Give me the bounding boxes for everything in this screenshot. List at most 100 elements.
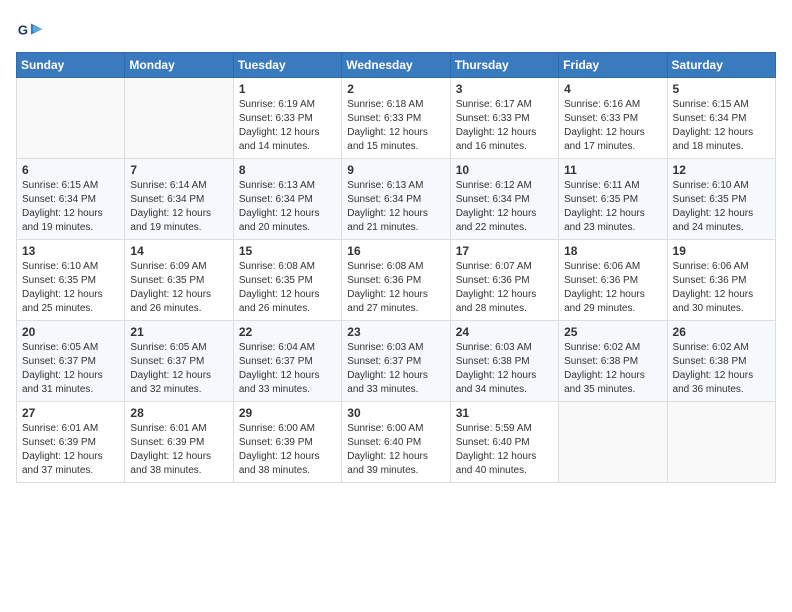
sunrise-label: Sunrise: 5:59 AM (456, 423, 532, 434)
calendar-cell: 26Sunrise: 6:02 AMSunset: 6:38 PMDayligh… (667, 321, 775, 402)
sunset-label: Sunset: 6:38 PM (564, 356, 638, 367)
sunset-label: Sunset: 6:38 PM (673, 356, 747, 367)
day-number: 12 (673, 163, 770, 177)
daylight-label: Daylight: 12 hours and 14 minutes. (239, 127, 320, 152)
logo-icon: G (16, 16, 44, 44)
daylight-label: Daylight: 12 hours and 20 minutes. (239, 208, 320, 233)
sunrise-label: Sunrise: 6:08 AM (239, 261, 315, 272)
day-info: Sunrise: 6:13 AMSunset: 6:34 PMDaylight:… (239, 179, 336, 235)
calendar-cell: 14 Sunrise: 6:09 AMSunset: 6:35 PMDayligh… (125, 240, 233, 321)
day-number: 19 (673, 244, 770, 258)
day-info: Sunrise: 6:16 AMSunset: 6:33 PMDaylight:… (564, 98, 661, 154)
day-number: 3 (456, 82, 553, 96)
day-info: Sunrise: 6:01 AMSunset: 6:39 PMDaylight:… (22, 422, 119, 478)
daylight-label: Daylight: 12 hours and 31 minutes. (22, 370, 103, 395)
day-info: Sunrise: 6:03 AMSunset: 6:38 PMDaylight:… (456, 341, 553, 397)
calendar-cell: 28Sunrise: 6:01 AMSunset: 6:39 PMDayligh… (125, 402, 233, 483)
day-number: 27 (22, 406, 119, 420)
sunset-label: Sunset: 6:37 PM (239, 356, 313, 367)
day-number: 11 (564, 163, 661, 177)
calendar-cell: 4Sunrise: 6:16 AMSunset: 6:33 PMDaylight… (559, 78, 667, 159)
sunrise-label: Sunrise: 6:13 AM (239, 180, 315, 191)
calendar-cell (125, 78, 233, 159)
calendar-cell: 31Sunrise: 5:59 AMSunset: 6:40 PMDayligh… (450, 402, 558, 483)
sunset-label: Sunset: 6:39 PM (22, 437, 96, 448)
sunrise-label: Sunrise: 6:00 AM (239, 423, 315, 434)
day-number: 14 (130, 244, 227, 258)
sunset-label: Sunset: 6:35 PM (239, 275, 313, 286)
calendar-cell: 24 Sunrise: 6:03 AMSunset: 6:38 PMDayligh… (450, 321, 558, 402)
sunset-label: Sunset: 6:39 PM (130, 437, 204, 448)
calendar-cell: 8 Sunrise: 6:13 AMSunset: 6:34 PMDaylight… (233, 159, 341, 240)
daylight-label: Daylight: 12 hours and 23 minutes. (564, 208, 645, 233)
daylight-label: Daylight: 12 hours and 18 minutes. (673, 127, 754, 152)
sunrise-label: Sunrise: 6:15 AM (22, 180, 98, 191)
day-info: Sunrise: 5:59 AMSunset: 6:40 PMDaylight:… (456, 422, 553, 478)
calendar-week-row: 6Sunrise: 6:15 AMSunset: 6:34 PMDaylight… (17, 159, 776, 240)
day-info: Sunrise: 6:07 AMSunset: 6:36 PMDaylight:… (456, 260, 553, 316)
daylight-label: Daylight: 12 hours and 26 minutes. (130, 289, 211, 314)
sunrise-label: Sunrise: 6:05 AM (130, 342, 206, 353)
sunrise-label: Sunrise: 6:17 AM (456, 99, 532, 110)
weekday-header: Wednesday (342, 53, 450, 78)
weekday-header: Sunday (17, 53, 125, 78)
day-number: 2 (347, 82, 444, 96)
daylight-label: Daylight: 12 hours and 34 minutes. (456, 370, 537, 395)
day-number: 28 (130, 406, 227, 420)
daylight-label: Daylight: 12 hours and 37 minutes. (22, 451, 103, 476)
day-info: Sunrise: 6:05 AMSunset: 6:37 PMDaylight:… (130, 341, 227, 397)
sunset-label: Sunset: 6:39 PM (239, 437, 313, 448)
sunset-label: Sunset: 6:36 PM (673, 275, 747, 286)
sunset-label: Sunset: 6:35 PM (564, 194, 638, 205)
day-info: Sunrise: 6:10 AMSunset: 6:35 PMDaylight:… (673, 179, 770, 235)
day-number: 24 (456, 325, 553, 339)
day-number: 21 (130, 325, 227, 339)
calendar-cell (559, 402, 667, 483)
weekday-header: Saturday (667, 53, 775, 78)
calendar-cell: 6Sunrise: 6:15 AMSunset: 6:34 PMDaylight… (17, 159, 125, 240)
sunrise-label: Sunrise: 6:12 AM (456, 180, 532, 191)
day-number: 5 (673, 82, 770, 96)
sunrise-label: Sunrise: 6:07 AM (456, 261, 532, 272)
daylight-label: Daylight: 12 hours and 22 minutes. (456, 208, 537, 233)
svg-text:G: G (18, 23, 28, 38)
day-number: 25 (564, 325, 661, 339)
calendar-cell (667, 402, 775, 483)
calendar-cell: 15 Sunrise: 6:08 AM Sunset: 6:35 PM Dayligh… (233, 240, 341, 321)
day-number: 10 (456, 163, 553, 177)
day-number: 26 (673, 325, 770, 339)
sunrise-label: Sunrise: 6:16 AM (564, 99, 640, 110)
day-number: 17 (456, 244, 553, 258)
daylight-label: Daylight: 12 hours and 26 minutes. (239, 289, 320, 314)
day-info: Sunrise: 6:17 AMSunset: 6:33 PMDaylight:… (456, 98, 553, 154)
calendar-week-row: 1Sunrise: 6:19 AMSunset: 6:33 PMDaylight… (17, 78, 776, 159)
day-info: Sunrise: 6:09 AMSunset: 6:35 PMDaylight:… (130, 260, 227, 316)
day-info: Sunrise: 6:13 AMSunset: 6:34 PMDaylight:… (347, 179, 444, 235)
daylight-label: Daylight: 12 hours and 39 minutes. (347, 451, 428, 476)
daylight-label: Daylight: 12 hours and 19 minutes. (22, 208, 103, 233)
calendar-week-row: 27 Sunrise: 6:01 AMSunset: 6:39 PMDayligh… (17, 402, 776, 483)
sunrise-label: Sunrise: 6:15 AM (673, 99, 749, 110)
day-info: Sunrise: 6:06 AMSunset: 6:36 PMDaylight:… (564, 260, 661, 316)
sunset-label: Sunset: 6:36 PM (347, 275, 421, 286)
daylight-label: Daylight: 12 hours and 27 minutes. (347, 289, 428, 314)
daylight-label: Daylight: 12 hours and 16 minutes. (456, 127, 537, 152)
calendar-cell: 7Sunrise: 6:14 AMSunset: 6:34 PMDaylight… (125, 159, 233, 240)
day-number: 29 (239, 406, 336, 420)
day-number: 8 (239, 163, 336, 177)
day-number: 1 (239, 82, 336, 96)
sunrise-label: Sunrise: 6:02 AM (564, 342, 640, 353)
calendar-header-row: SundayMondayTuesdayWednesdayThursdayFrid… (17, 53, 776, 78)
day-number: 6 (22, 163, 119, 177)
calendar-cell (17, 78, 125, 159)
day-info: Sunrise: 6:08 AMSunset: 6:36 PMDaylight:… (347, 260, 444, 316)
weekday-header: Friday (559, 53, 667, 78)
calendar-cell: 9Sunrise: 6:13 AMSunset: 6:34 PMDaylight… (342, 159, 450, 240)
calendar-cell: 27 Sunrise: 6:01 AMSunset: 6:39 PMDayligh… (17, 402, 125, 483)
logo: G (16, 16, 46, 44)
sunset-label: Sunset: 6:36 PM (456, 275, 530, 286)
day-number: 15 (239, 244, 336, 258)
daylight-label: Daylight: 12 hours and 36 minutes. (673, 370, 754, 395)
daylight-label: Daylight: 12 hours and 32 minutes. (130, 370, 211, 395)
day-number: 18 (564, 244, 661, 258)
